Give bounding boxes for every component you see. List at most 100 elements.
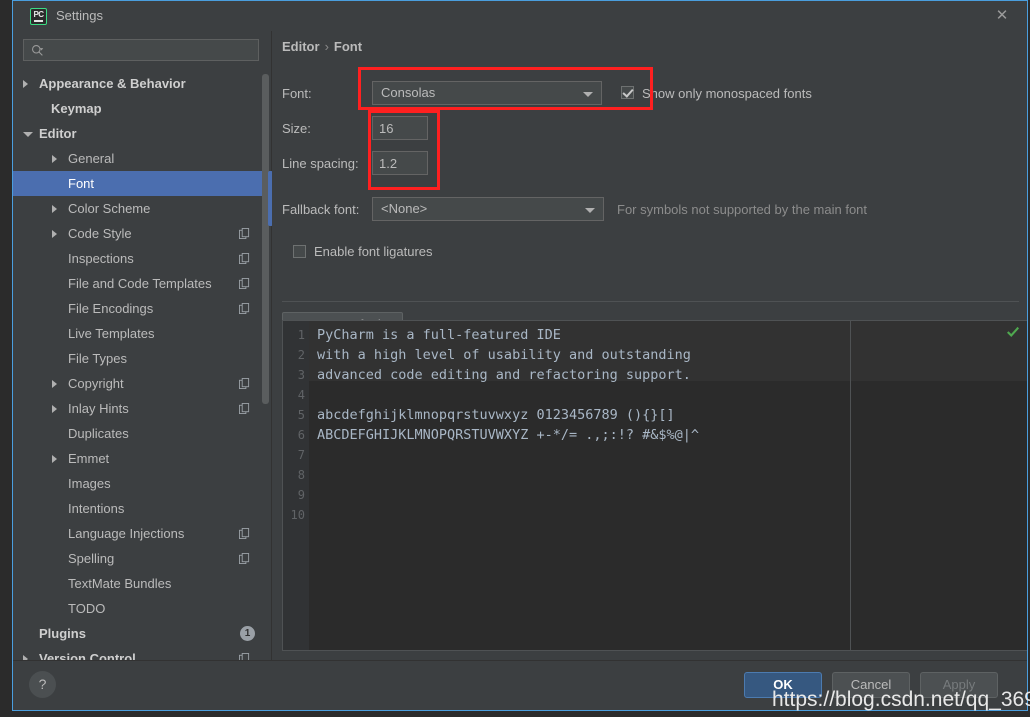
line-number: 4	[297, 388, 305, 402]
line-spacing-input[interactable]	[373, 152, 427, 174]
settings-sync-icon	[239, 278, 250, 289]
sidebar-item-language-injections[interactable]: Language Injections	[13, 521, 271, 546]
cancel-button[interactable]: Cancel	[832, 672, 910, 698]
chevron-right-icon[interactable]	[52, 380, 57, 388]
preview-line: 4	[283, 385, 1027, 405]
preview-line: 6 ABCDEFGHIJKLMNOPQRSTUVWXYZ +-*/= .,;:!?…	[283, 425, 1027, 445]
sidebar-item-live-templates[interactable]: Live Templates	[13, 321, 271, 346]
sidebar-item-emmet[interactable]: Emmet	[13, 446, 271, 471]
line-number: 5	[297, 408, 305, 422]
settings-sync-icon	[239, 528, 250, 539]
help-button[interactable]: ?	[29, 671, 56, 698]
chevron-right-icon[interactable]	[52, 405, 57, 413]
search-input[interactable]	[50, 43, 254, 59]
sidebar-item-color-scheme[interactable]: Color Scheme	[13, 196, 271, 221]
sidebar-item-version-control[interactable]: Version Control	[13, 646, 271, 661]
line-number: 6	[297, 428, 305, 442]
search-box[interactable]	[23, 39, 259, 61]
font-size-input[interactable]	[373, 117, 427, 139]
line-number: 10	[290, 508, 305, 522]
font-family-combobox[interactable]: Consolas	[372, 81, 602, 105]
line-number: 8	[297, 468, 305, 482]
dialog-footer: ? OK Cancel Apply	[13, 660, 1027, 710]
sidebar-item-label: Emmet	[68, 451, 110, 466]
sidebar-item-keymap[interactable]: Keymap	[13, 96, 271, 121]
chevron-right-icon[interactable]	[52, 230, 57, 238]
line-number: 9	[297, 488, 305, 502]
settings-sync-icon	[239, 378, 250, 389]
settings-tree: Appearance & Behavior Keymap Editor General…	[13, 71, 271, 661]
settings-sync-icon	[239, 553, 250, 564]
sidebar-item-file-and-code-templates[interactable]: File and Code Templates	[13, 271, 271, 296]
sidebar-item-label: Images	[68, 476, 111, 491]
ok-button[interactable]: OK	[744, 672, 822, 698]
line-text: ABCDEFGHIJKLMNOPQRSTUVWXYZ +-*/= .,;:!? …	[317, 427, 700, 443]
line-number: 2	[297, 348, 305, 362]
close-icon[interactable]: ✕	[991, 6, 1013, 26]
sidebar-item-inlay-hints[interactable]: Inlay Hints	[13, 396, 271, 421]
sidebar-item-duplicates[interactable]: Duplicates	[13, 421, 271, 446]
breadcrumb-current: Font	[333, 39, 363, 54]
sidebar-item-copyright[interactable]: Copyright	[13, 371, 271, 396]
sidebar-item-file-encodings[interactable]: File Encodings	[13, 296, 271, 321]
sidebar-item-label: Live Templates	[68, 326, 155, 341]
font-size-field[interactable]	[372, 116, 428, 140]
enable-ligatures-label[interactable]: Enable font ligatures	[314, 244, 433, 259]
size-label: Size:	[282, 121, 311, 136]
enable-ligatures-checkbox[interactable]	[293, 245, 306, 258]
sidebar-item-todo[interactable]: TODO	[13, 596, 271, 621]
preview-line: 5 abcdefghijklmnopqrstuvwxyz 0123456789 (…	[283, 405, 1027, 425]
sidebar-item-badge: 1	[240, 626, 255, 641]
sidebar-item-code-style[interactable]: Code Style	[13, 221, 271, 246]
sidebar-item-label: Inspections	[68, 251, 134, 266]
chevron-down-icon	[585, 208, 595, 213]
sidebar-item-label: File Types	[68, 351, 128, 366]
preview-line: 8	[283, 465, 1027, 485]
green-check-icon	[1007, 326, 1020, 338]
title-bar: PC Settings ✕	[13, 1, 1027, 31]
settings-sidebar: Appearance & Behavior Keymap Editor General…	[13, 31, 271, 661]
sidebar-item-label: Editor	[39, 126, 77, 141]
font-preview-editor[interactable]: 1 PyCharm is a full-featured IDE 2 with a h…	[282, 320, 1027, 651]
sidebar-item-font[interactable]: Font	[13, 171, 271, 196]
font-family-value: Consolas	[381, 85, 436, 100]
show-monospaced-checkbox[interactable]	[621, 86, 634, 99]
preview-line: 3 advanced code editing and refactoring s…	[283, 365, 1027, 385]
sidebar-item-label: Spelling	[68, 551, 115, 566]
sidebar-item-general[interactable]: General	[13, 146, 271, 171]
sidebar-item-label: Font	[68, 176, 95, 191]
chevron-down-icon[interactable]	[23, 132, 33, 137]
sidebar-item-inspections[interactable]: Inspections	[13, 246, 271, 271]
settings-sync-icon	[239, 303, 250, 314]
line-text: advanced code editing and refactoring su…	[317, 367, 691, 383]
fallback-font-value: <None>	[381, 201, 428, 216]
line-number: 7	[297, 448, 305, 462]
sidebar-item-plugins[interactable]: Plugins 1	[13, 621, 271, 646]
show-monospaced-label[interactable]: Show only monospaced fonts	[642, 86, 812, 101]
sidebar-item-intentions[interactable]: Intentions	[13, 496, 271, 521]
sidebar-item-label: Duplicates	[68, 426, 129, 441]
sidebar-item-editor[interactable]: Editor	[13, 121, 271, 146]
chevron-right-icon[interactable]	[52, 205, 57, 213]
sidebar-item-textmate-bundles[interactable]: TextMate Bundles	[13, 571, 271, 596]
breadcrumb-parent[interactable]: Editor	[282, 39, 320, 54]
font-settings-panel: Editor › Font Font: Consolas Show only mon…	[272, 31, 1027, 661]
line-text: with a high level of usability and outst…	[317, 347, 691, 363]
line-text: abcdefghijklmnopqrstuvwxyz 0123456789 ()…	[317, 407, 675, 423]
line-spacing-field[interactable]	[372, 151, 428, 175]
sidebar-item-label: Version Control	[39, 651, 136, 661]
fallback-font-hint: For symbols not supported by the main fo…	[617, 202, 868, 217]
pycharm-logo-text: PC	[33, 10, 44, 19]
breadcrumb-separator: ›	[324, 39, 329, 54]
settings-sync-icon	[239, 253, 250, 264]
chevron-right-icon[interactable]	[52, 455, 57, 463]
chevron-right-icon[interactable]	[23, 80, 28, 88]
chevron-right-icon[interactable]	[52, 155, 57, 163]
breadcrumb: Editor › Font	[282, 39, 362, 54]
sidebar-item-spelling[interactable]: Spelling	[13, 546, 271, 571]
fallback-font-combobox[interactable]: <None>	[372, 197, 604, 221]
sidebar-item-file-types[interactable]: File Types	[13, 346, 271, 371]
sidebar-item-images[interactable]: Images	[13, 471, 271, 496]
sidebar-item-appearance-behavior[interactable]: Appearance & Behavior	[13, 71, 271, 96]
sidebar-scrollbar[interactable]	[262, 74, 269, 404]
